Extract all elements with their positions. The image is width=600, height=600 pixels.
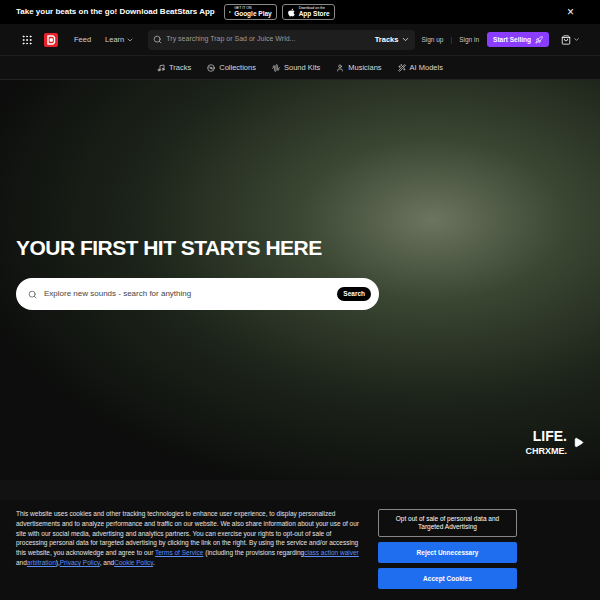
rocket-icon [535,36,543,44]
close-button[interactable]: × [567,6,574,18]
search-icon [153,35,162,44]
sign-in-link[interactable]: Sign in [459,35,479,45]
apple-icon [287,8,296,17]
page: Take your beats on the go! Download Beat… [0,0,600,600]
main-nav: Feed Learn Try searching Trap or Sad or Ju… [0,24,600,56]
policy-link[interactable]: class action waiver [304,549,359,556]
policy-link[interactable]: Privacy Policy [60,559,100,566]
sub-nav-item[interactable]: Collections [207,62,256,73]
cookie-banner: This website uses cookies and other trac… [0,500,600,600]
beatstars-logo-icon[interactable] [44,33,58,47]
policy-link[interactable]: Cookie Policy [114,559,153,566]
store-badge[interactable]: Download on theApp Store [282,4,335,20]
nav-search[interactable]: Try searching Trap or Sad or Juice Wrld.… [148,30,415,50]
store-badge[interactable]: GET IT ONGoogle Play [224,4,277,20]
policy-link[interactable]: Terms of Service [155,549,203,556]
chevron-down-icon [126,36,134,44]
sub-nav-item[interactable]: Musicians [336,62,381,73]
nav-link[interactable]: Feed [74,34,91,45]
featured-track[interactable]: LIFE. CHRXME. [16,429,584,456]
chevron-down-icon [573,36,580,43]
sub-nav-item[interactable]: Tracks [157,62,191,73]
hero: YOUR FIRST HIT STARTS HERE Explore new so… [0,80,600,480]
hero-search[interactable]: Explore new sounds - search for anything… [16,278,379,310]
category-icon [272,64,280,72]
policy-link[interactable]: arbitration [27,559,56,566]
apps-grid-icon[interactable] [21,34,33,46]
cookie-button[interactable]: Reject Unnecessary [378,542,517,563]
banner-text: Take your beats on the go! Download Beat… [16,6,215,18]
sub-nav: Tracks Collections Sound Kits Musicians AI M… [0,56,600,80]
sub-nav-item[interactable]: Sound Kits [272,62,320,73]
track-title: LIFE. [533,429,567,443]
category-icon [398,64,406,72]
cookie-text: This website uses cookies and other trac… [16,509,362,568]
search-scope-select[interactable]: Tracks [375,34,411,45]
sign-up-link[interactable]: Sign up [421,35,443,45]
sub-nav-item[interactable]: AI Models [398,62,443,73]
separator: | [450,35,452,45]
google-play-icon [229,8,231,16]
search-icon [28,290,37,299]
search-button[interactable]: Search [337,287,371,302]
track-artist: CHRXME. [525,447,567,456]
start-selling-button[interactable]: Start Selling [487,32,549,47]
bag-icon [561,35,571,45]
hero-title: YOUR FIRST HIT STARTS HERE [16,235,584,261]
page-strip [0,480,600,500]
category-icon [207,64,215,72]
play-icon[interactable] [573,437,584,448]
cookie-button[interactable]: Accept Cookies [378,568,517,589]
nav-link[interactable]: Learn [105,34,134,45]
category-icon [336,64,344,72]
cookie-button[interactable]: Opt out of sale of personal data and Tar… [378,509,517,537]
app-banner: Take your beats on the go! Download Beat… [0,0,600,24]
category-icon [157,64,165,72]
chevron-down-icon [401,35,410,44]
cart-button[interactable] [561,35,580,45]
